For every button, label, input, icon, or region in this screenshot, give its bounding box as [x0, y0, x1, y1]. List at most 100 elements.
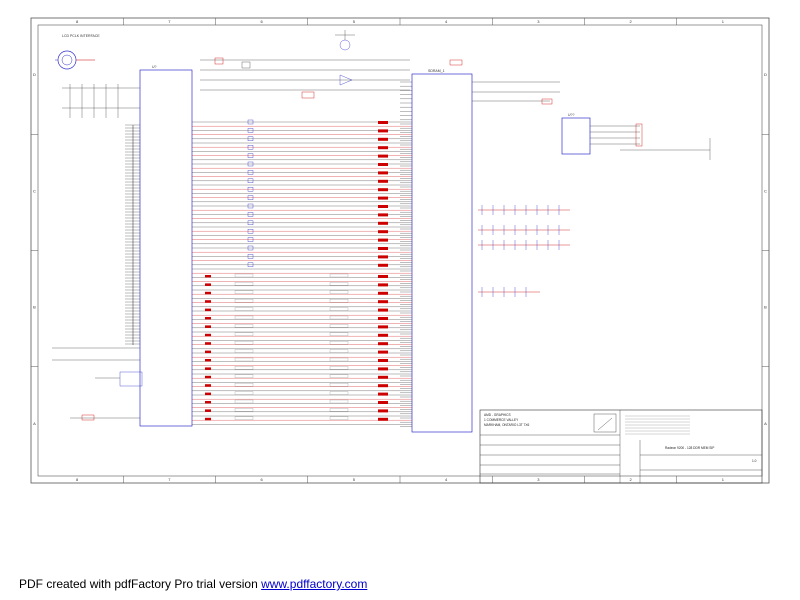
net-label-red	[378, 291, 388, 295]
part-label-box	[234, 290, 254, 294]
net-label-red	[378, 392, 388, 396]
net-label-red	[378, 247, 388, 250]
ic-right-small	[561, 117, 591, 155]
net-label-red	[378, 163, 388, 166]
zone-label-top: 2	[630, 19, 633, 24]
net-label-red	[378, 283, 388, 287]
part-label-box	[329, 374, 349, 378]
zone-label-bottom: 1	[722, 477, 725, 482]
part-label-box	[234, 315, 254, 320]
part-label-box	[329, 282, 349, 286]
net-label-red	[378, 359, 388, 362]
right-nets-top	[449, 59, 560, 105]
border-zone-labels: 8 7 6 5 4 3 2 1 8 7 6 5 4 3 2 1 D C B A D C B A	[33, 19, 767, 482]
net-label-red	[378, 146, 388, 150]
pdffactory-link[interactable]: www.pdffactory.com	[261, 577, 367, 591]
part-label-box	[329, 383, 349, 387]
resistor-symbol	[205, 300, 211, 303]
part-label-box	[329, 315, 349, 320]
net-label-red	[378, 333, 388, 337]
resistor-symbol	[205, 283, 211, 286]
net-label-red	[378, 129, 388, 133]
resistor-symbol	[205, 275, 211, 278]
net-label-red	[378, 325, 388, 329]
sheet-inner-border	[37, 24, 763, 477]
net-label-red	[378, 238, 388, 242]
net-label-red	[378, 275, 388, 278]
part-label-box	[234, 341, 254, 345]
part-label-box	[329, 299, 349, 303]
ic-sdram	[411, 73, 473, 433]
resistor-symbol	[205, 401, 211, 404]
zone-label-right: A	[764, 421, 767, 426]
zone-label-top: 3	[537, 19, 540, 24]
resistor-symbol	[205, 291, 211, 295]
net-label-red	[378, 375, 388, 379]
zone-label-bottom: 4	[445, 477, 448, 482]
net-label-red	[378, 213, 388, 217]
resistor-symbol	[205, 350, 211, 354]
title-block: AMD - GRAPHICS 1 COMMERCE VALLEY MARKHAM…	[479, 409, 763, 484]
sheet-outer-border	[30, 17, 770, 484]
drawing-title: Radeon 9200 - 128 DDR MEM SIP	[665, 446, 714, 450]
pdf-footer-text: PDF created with pdfFactory Pro trial ve…	[19, 577, 262, 591]
zone-label-bottom: 6	[261, 477, 264, 482]
ic-left-connector-label: U?	[152, 65, 157, 69]
net-label-red	[378, 417, 388, 421]
part-label-box	[234, 416, 254, 420]
zone-label-left: C	[33, 188, 36, 193]
part-label-box	[329, 366, 349, 370]
interface-label: LCD PCLK INTERFACE	[62, 34, 100, 38]
part-label-box	[329, 416, 349, 420]
resistor-symbol	[205, 375, 211, 379]
zone-label-bottom: 8	[76, 477, 79, 482]
part-label-box	[329, 408, 349, 412]
net-label-red	[378, 205, 388, 208]
ic-left-connector	[139, 69, 193, 427]
part-label-box	[234, 307, 254, 311]
zone-label-bottom: 3	[537, 477, 540, 482]
ic-right-small-label: U??	[568, 113, 574, 117]
part-label-box	[234, 282, 254, 286]
net-label-red	[378, 121, 388, 124]
zone-label-top: 6	[261, 19, 264, 24]
zone-label-bottom: 5	[353, 477, 356, 482]
net-label-red	[378, 384, 388, 388]
resistor-symbol	[205, 308, 211, 312]
part-label-box	[234, 349, 254, 353]
net-label-red	[378, 221, 388, 225]
part-label-box	[329, 349, 349, 353]
part-label-box	[329, 324, 349, 328]
part-label-box	[329, 332, 349, 336]
part-label-box	[234, 357, 254, 362]
border-ticks	[31, 18, 769, 483]
net-label-red	[378, 342, 388, 346]
part-label-box	[329, 357, 349, 362]
resistor-symbol	[205, 409, 211, 412]
resistor-symbol	[205, 342, 211, 345]
company-line-1: AMD - GRAPHICS	[484, 413, 511, 417]
net-label-red	[378, 401, 388, 404]
resistor-symbol	[205, 333, 211, 337]
zone-label-right: C	[764, 188, 767, 193]
resistor-symbol	[205, 317, 211, 320]
zone-label-left: A	[33, 421, 36, 426]
part-label-box	[234, 324, 254, 328]
zone-label-left: D	[33, 72, 36, 77]
part-label-box	[234, 366, 254, 370]
part-label-box	[329, 391, 349, 395]
resistor-symbol	[205, 417, 211, 421]
resistor-symbol	[205, 325, 211, 328]
net-label-red	[378, 137, 388, 141]
net-label-red	[378, 171, 388, 175]
zone-label-top: 5	[353, 19, 356, 24]
resistor-symbol	[205, 384, 211, 387]
part-label-box	[234, 273, 254, 278]
address-bus-left	[125, 124, 140, 345]
ic-sdram-pins	[400, 81, 412, 427]
regulator-area-top	[200, 30, 410, 99]
zone-label-right: D	[764, 72, 767, 77]
decoupling-caps-right	[478, 205, 570, 297]
net-label-red	[378, 308, 388, 312]
connector-symbol	[55, 50, 95, 70]
